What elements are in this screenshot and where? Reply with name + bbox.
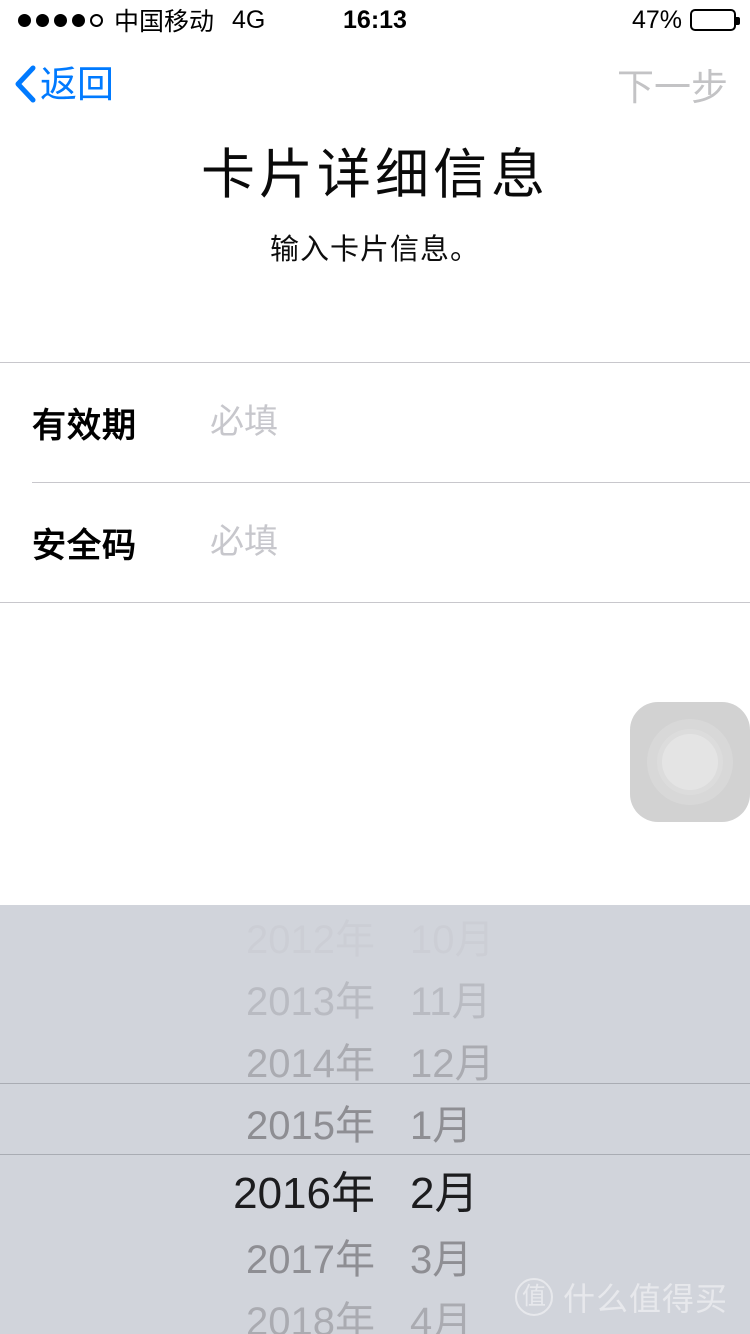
picker-month: 12月 [410,1042,495,1086]
battery-icon [690,9,740,31]
picker-month: 11月 [410,980,492,1024]
expiry-date-picker[interactable]: 2012年 10月 2013年 11月 2014年 12月 2015年 1月 2016年 2月 20… [0,905,750,1334]
assistive-touch-core [662,734,718,790]
expiry-input[interactable] [210,403,750,442]
picker-year: 2016年 [233,1169,375,1218]
expiry-label: 有效期 [32,407,137,445]
page-header: 卡片详细信息 输入卡片信息。 [0,128,750,268]
status-bar: 中国移动 4G 16:13 47% [0,0,750,40]
chevron-left-icon [15,65,36,103]
picker-year: 2017年 [246,1238,375,1282]
form-bottom-divider [0,602,750,603]
back-button-label: 返回 [40,63,114,105]
phone-screen: 中国移动 4G 16:13 47% 返回 下一步 卡片详细信息 输入卡片信息。 [0,0,750,1334]
status-bar-right: 47% [631,0,740,40]
watermark-text: 什么值得买 [562,1281,728,1317]
assistive-touch-ring-inner [657,729,723,795]
clock: 16:13 [343,5,407,34]
picker-row[interactable]: 2013年 11月 [0,967,750,1029]
assistive-touch-ring-outer [647,719,733,805]
picker-month: 1月 [410,1104,473,1148]
picker-wheel[interactable]: 2012年 10月 2013年 11月 2014年 12月 2015年 1月 2016年 2月 20… [0,905,750,1334]
assistive-touch-icon[interactable] [630,702,750,822]
picker-row[interactable]: 2014年 12月 [0,1029,750,1091]
page-subtitle: 输入卡片信息。 [269,234,480,267]
card-details-form: 有效期 安全码 [0,362,750,603]
picker-row-selected[interactable]: 2016年 2月 [0,1153,750,1225]
form-row-expiry[interactable]: 有效期 [0,363,750,482]
page-title: 卡片详细信息 [201,145,549,205]
picker-year: 2018年 [246,1300,375,1334]
picker-year: 2014年 [246,1042,375,1086]
watermark-logo-icon: 值 [514,1278,553,1316]
security-code-label: 安全码 [32,527,137,565]
next-button-label: 下一步 [617,67,728,108]
form-row-security-code[interactable]: 安全码 [0,483,750,602]
picker-year: 2012年 [246,918,375,962]
picker-year: 2015年 [246,1104,375,1148]
watermark: 值 什么值得买 [514,1274,728,1320]
next-button[interactable]: 下一步 [617,40,728,128]
picker-row[interactable]: 2012年 10月 [0,905,750,967]
picker-row[interactable]: 2015年 1月 [0,1091,750,1153]
picker-month: 10月 [410,918,495,962]
picker-month: 2月 [410,1169,479,1218]
picker-year: 2013年 [246,980,375,1024]
navigation-bar: 返回 下一步 [0,40,750,128]
battery-percent-label: 47% [631,5,682,34]
back-button[interactable]: 返回 [14,40,114,128]
security-code-input[interactable] [210,523,750,562]
